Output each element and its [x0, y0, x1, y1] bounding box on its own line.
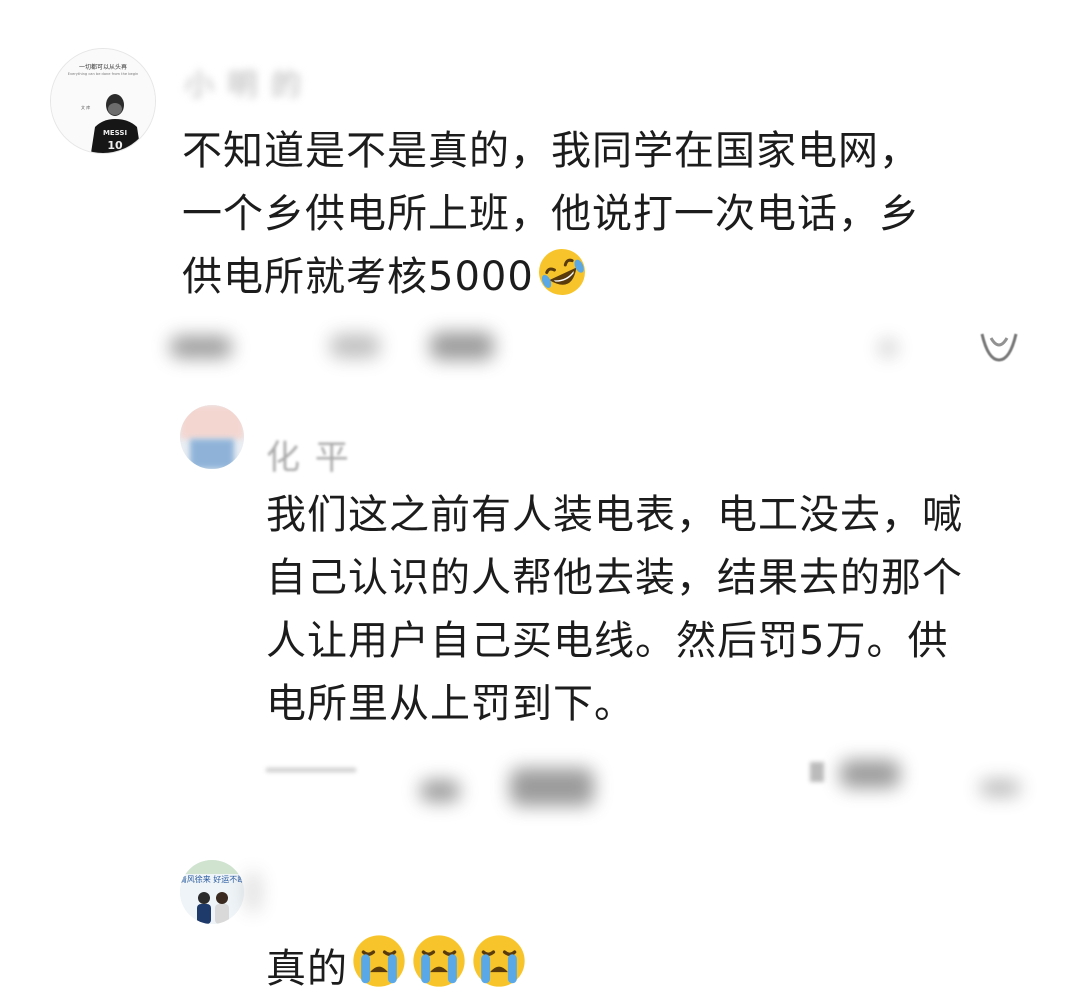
- username-2[interactable]: 化 平: [266, 430, 351, 479]
- comment-text-3-content: 真的: [266, 946, 348, 992]
- loudly-crying-face-icon: [353, 935, 405, 987]
- messi-avatar-image: 一切都可以从头再 Everything can be done from the…: [51, 49, 155, 153]
- username-3-blur: [246, 872, 260, 912]
- comment-text-1: 不知道是不是真的，我同学在国家电网， 一个乡供电所上班，他说打一次电话，乡 供电…: [182, 120, 1062, 309]
- avatar-user-1[interactable]: 一切都可以从头再 Everything can be done from the…: [50, 48, 156, 154]
- blurred-avatar-image: [180, 405, 244, 469]
- username-1[interactable]: 小 明 的: [184, 60, 303, 104]
- comment-text-2: 我们这之前有人装电表，电工没去，喊 自己认识的人帮他去装，结果去的那个 人让用户…: [266, 492, 963, 727]
- like-icon[interactable]: [974, 330, 1024, 366]
- svg-text:文 库: 文 库: [81, 104, 90, 110]
- avatar-caption: 清风徐来 好运不断: [180, 874, 244, 884]
- avatar-user-2[interactable]: [180, 405, 244, 469]
- avatar-caption-top: 一切都可以从头再: [79, 63, 127, 71]
- jersey-name: MESSI: [103, 129, 127, 137]
- loudly-crying-face-icon: [473, 935, 525, 987]
- avatar-user-3[interactable]: 清风徐来 好运不断: [180, 860, 244, 924]
- svg-text:10: 10: [107, 139, 123, 152]
- comment-text-3: 真的: [266, 932, 528, 1001]
- couple-avatar-image: 清风徐来 好运不断: [180, 860, 244, 924]
- rofl-face-icon: [538, 249, 585, 295]
- loudly-crying-face-icon: [413, 935, 465, 987]
- avatar-caption-sub: Everything can be done from the begin: [68, 72, 139, 76]
